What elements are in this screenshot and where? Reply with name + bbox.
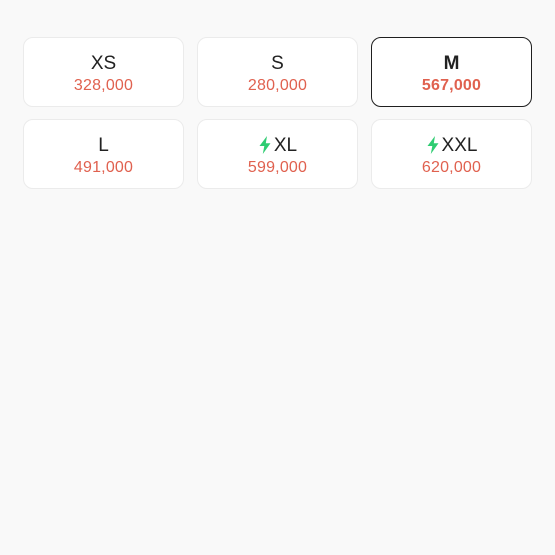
size-price: 599,000 (247, 159, 308, 176)
size-label: L (98, 134, 109, 156)
size-label: XS (90, 52, 117, 74)
size-label: XXL (441, 134, 478, 156)
size-price: 280,000 (247, 77, 308, 94)
size-label-row: M (444, 50, 460, 76)
size-options-grid: XS 328,000 S 280,000 M 567,000 L 491,000… (23, 37, 532, 189)
size-label-row: XL (258, 132, 297, 158)
size-option-m[interactable]: M 567,000 (371, 37, 532, 107)
size-option-s[interactable]: S 280,000 (197, 37, 358, 107)
lightning-bolt-icon (258, 136, 272, 154)
size-option-xl[interactable]: XL 599,000 (197, 119, 358, 189)
size-option-xs[interactable]: XS 328,000 (23, 37, 184, 107)
lightning-bolt-icon (426, 136, 440, 154)
size-option-l[interactable]: L 491,000 (23, 119, 184, 189)
size-label: M (443, 52, 460, 74)
size-label-row: S (271, 50, 284, 76)
size-label-row: XS (91, 50, 116, 76)
size-price: 567,000 (421, 77, 482, 94)
size-price: 491,000 (73, 159, 134, 176)
size-label: XL (273, 134, 298, 156)
size-price: 620,000 (421, 159, 482, 176)
size-label-row: XXL (426, 132, 478, 158)
size-option-xxl[interactable]: XXL 620,000 (371, 119, 532, 189)
size-label: S (271, 52, 284, 74)
size-label-row: L (98, 132, 109, 158)
size-price: 328,000 (73, 77, 134, 94)
